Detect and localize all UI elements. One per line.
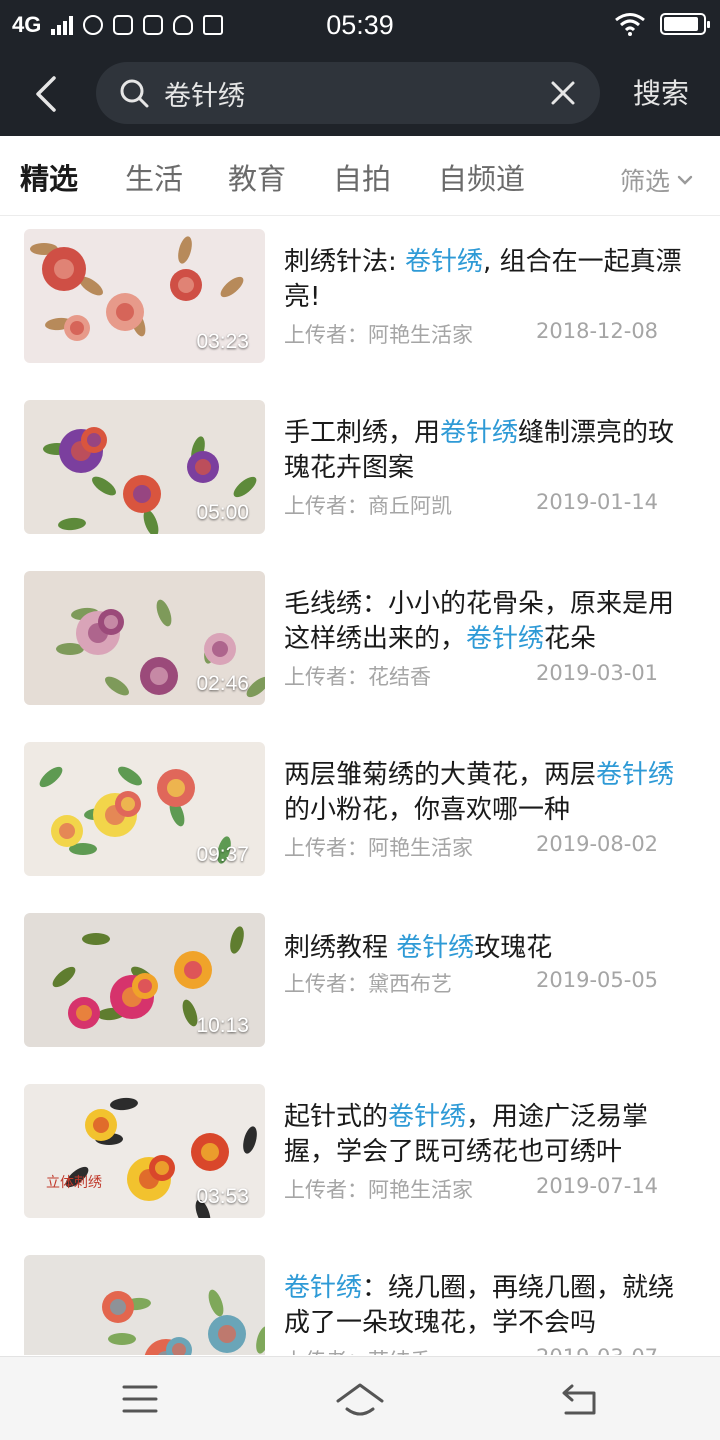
video-thumbnail[interactable]: 09:37 (24, 742, 265, 876)
back-nav-icon[interactable] (550, 1375, 610, 1423)
uploader: 上传者：花结香 (284, 1349, 431, 1355)
video-list-item[interactable]: 10:13 刺绣教程 卷针绣玫瑰花 上传者：黛西布艺 2019-05-05 (0, 901, 720, 1047)
video-title[interactable]: 起针式的卷针绣，用途广泛易掌握，学会了既可绣花也可绣叶 (284, 1100, 684, 1170)
uploader: 上传者：花结香 (284, 665, 431, 689)
status-bar: 4G 05:39 (0, 0, 720, 52)
video-title[interactable]: 毛线绣：小小的花骨朵，原来是用这样绣出来的，卷针绣花朵 (284, 587, 684, 657)
video-thumbnail[interactable]: 10:13 (24, 913, 265, 1047)
video-list-item[interactable]: 卷针绣：绕几圈，再绕几圈，就绕成了一朵玫瑰花，学不会吗上传者：花结香 2019-0… (0, 1243, 720, 1355)
uploader: 上传者：黛西布艺 (284, 972, 452, 996)
title-text: 起针式的 (284, 1102, 389, 1132)
video-thumbnail[interactable]: 立体刺绣 03:53 (24, 1084, 265, 1218)
video-meta: 上传者：阿艳生活家 2019-07-14 (284, 1174, 658, 1204)
category-tabs: 精选 生活 教育 自拍 自频道 筛选 (0, 136, 720, 216)
video-list-item[interactable]: 05:00 手工刺绣，用卷针绣缝制漂亮的玫瑰花卉图案上传者：商丘阿凯 2019-01… (0, 388, 720, 534)
title-text: 两层雏菊绣的大黄花，两层 (284, 760, 597, 790)
video-title[interactable]: 两层雏菊绣的大黄花，两层卷针绣的小粉花，你喜欢哪一种 (284, 758, 684, 828)
title-text: 花朵 (544, 624, 597, 654)
video-title[interactable]: 手工刺绣，用卷针绣缝制漂亮的玫瑰花卉图案 (284, 416, 684, 486)
clear-icon[interactable] (548, 78, 578, 108)
title-keyword-highlight: 卷针绣 (284, 1273, 363, 1303)
video-list: 03:23 刺绣针法: 卷针绣, 组合在一起真漂亮! 上传者：阿艳生活家 2018-1… (0, 217, 720, 1355)
video-list-item[interactable]: 02:46 毛线绣：小小的花骨朵，原来是用这样绣出来的，卷针绣花朵上传者：花结香 2… (0, 559, 720, 705)
menu-icon[interactable] (110, 1375, 170, 1423)
title-keyword-highlight: 卷针绣 (596, 760, 675, 790)
upload-date: 2019-05-05 (536, 968, 659, 992)
tab-self-channel[interactable]: 自频道 (438, 156, 525, 198)
clock: 05:39 (326, 10, 394, 40)
title-text: 的小粉花，你喜欢哪一种 (284, 795, 571, 825)
battery-icon (660, 13, 710, 35)
filter-dropdown[interactable]: 筛选 (620, 162, 694, 198)
video-meta: 上传者：花结香 2019-03-01 (284, 661, 658, 691)
tab-education[interactable]: 教育 (228, 156, 286, 198)
battery-level (664, 17, 699, 31)
tab-selfie[interactable]: 自拍 (333, 156, 391, 198)
video-duration: 03:23 (196, 330, 249, 353)
chevron-down-icon (677, 175, 693, 185)
video-thumbnail[interactable]: 03:23 (24, 229, 265, 363)
video-meta: 上传者：黛西布艺 2019-05-05 (284, 968, 658, 998)
title-keyword-highlight: 卷针绣 (440, 418, 519, 448)
video-meta: 上传者：阿艳生活家 2019-08-02 (284, 832, 658, 862)
filter-label: 筛选 (619, 167, 670, 196)
video-thumbnail[interactable]: 02:46 (24, 571, 265, 705)
upload-date: 2019-03-01 (536, 661, 659, 685)
title-keyword-highlight: 卷针绣 (396, 933, 475, 963)
home-icon[interactable] (330, 1375, 390, 1423)
title-text: 手工刺绣，用 (284, 418, 441, 448)
tab-life[interactable]: 生活 (125, 156, 183, 198)
video-title[interactable]: 刺绣教程 卷针绣玫瑰花 (284, 931, 684, 966)
video-thumbnail[interactable]: 05:00 (24, 400, 265, 534)
video-list-item[interactable]: 立体刺绣 03:53 起针式的卷针绣，用途广泛易掌握，学会了既可绣花也可绣叶上传者：… (0, 1072, 720, 1218)
video-duration: 02:46 (196, 672, 249, 695)
wifi-icon (615, 13, 645, 36)
search-box[interactable] (96, 62, 600, 124)
status-right (614, 12, 710, 36)
upload-date: 2019-08-02 (536, 832, 659, 856)
back-icon[interactable] (26, 72, 70, 116)
search-header: 搜索 (0, 52, 720, 136)
title-text: 玫瑰花 (474, 933, 553, 963)
title-text: 刺绣教程 (284, 933, 397, 963)
video-meta: 上传者：花结香 2019-03-07 (284, 1345, 658, 1355)
uploader: 上传者：商丘阿凯 (284, 494, 452, 518)
uploader: 上传者：阿艳生活家 (284, 323, 473, 347)
title-text: 刺绣针法: (284, 247, 406, 277)
video-title[interactable]: 刺绣针法: 卷针绣, 组合在一起真漂亮! (284, 245, 684, 315)
video-duration: 10:13 (196, 1014, 249, 1037)
video-list-item[interactable]: 09:37 两层雏菊绣的大黄花，两层卷针绣的小粉花，你喜欢哪一种上传者：阿艳生活家… (0, 730, 720, 876)
video-meta: 上传者：商丘阿凯 2019-01-14 (284, 490, 658, 520)
title-keyword-highlight: 卷针绣 (388, 1102, 467, 1132)
tab-featured[interactable]: 精选 (20, 156, 78, 198)
thumbnail-caption: 立体刺绣 (46, 1175, 102, 1191)
search-icon (120, 79, 149, 108)
title-keyword-highlight: 卷针绣 (405, 247, 484, 277)
video-duration: 05:00 (196, 501, 249, 524)
thumbnail-image (24, 1255, 265, 1355)
video-title[interactable]: 卷针绣：绕几圈，再绕几圈，就绕成了一朵玫瑰花，学不会吗 (284, 1271, 684, 1341)
title-keyword-highlight: 卷针绣 (466, 624, 545, 654)
uploader: 上传者：阿艳生活家 (284, 836, 473, 860)
upload-date: 2019-07-14 (536, 1174, 659, 1198)
upload-date: 2019-01-14 (536, 490, 659, 514)
video-meta: 上传者：阿艳生活家 2018-12-08 (284, 319, 658, 349)
video-duration: 09:37 (196, 843, 249, 866)
search-input[interactable] (164, 70, 524, 116)
system-nav-bar (0, 1356, 720, 1440)
search-button[interactable]: 搜索 (616, 68, 706, 120)
upload-date: 2019-03-07 (536, 1345, 658, 1355)
uploader: 上传者：阿艳生活家 (284, 1178, 473, 1202)
video-list-item[interactable]: 03:23 刺绣针法: 卷针绣, 组合在一起真漂亮! 上传者：阿艳生活家 2018-1… (0, 217, 720, 363)
upload-date: 2018-12-08 (536, 319, 659, 343)
video-thumbnail[interactable] (24, 1255, 265, 1355)
video-duration: 03:53 (196, 1185, 249, 1208)
